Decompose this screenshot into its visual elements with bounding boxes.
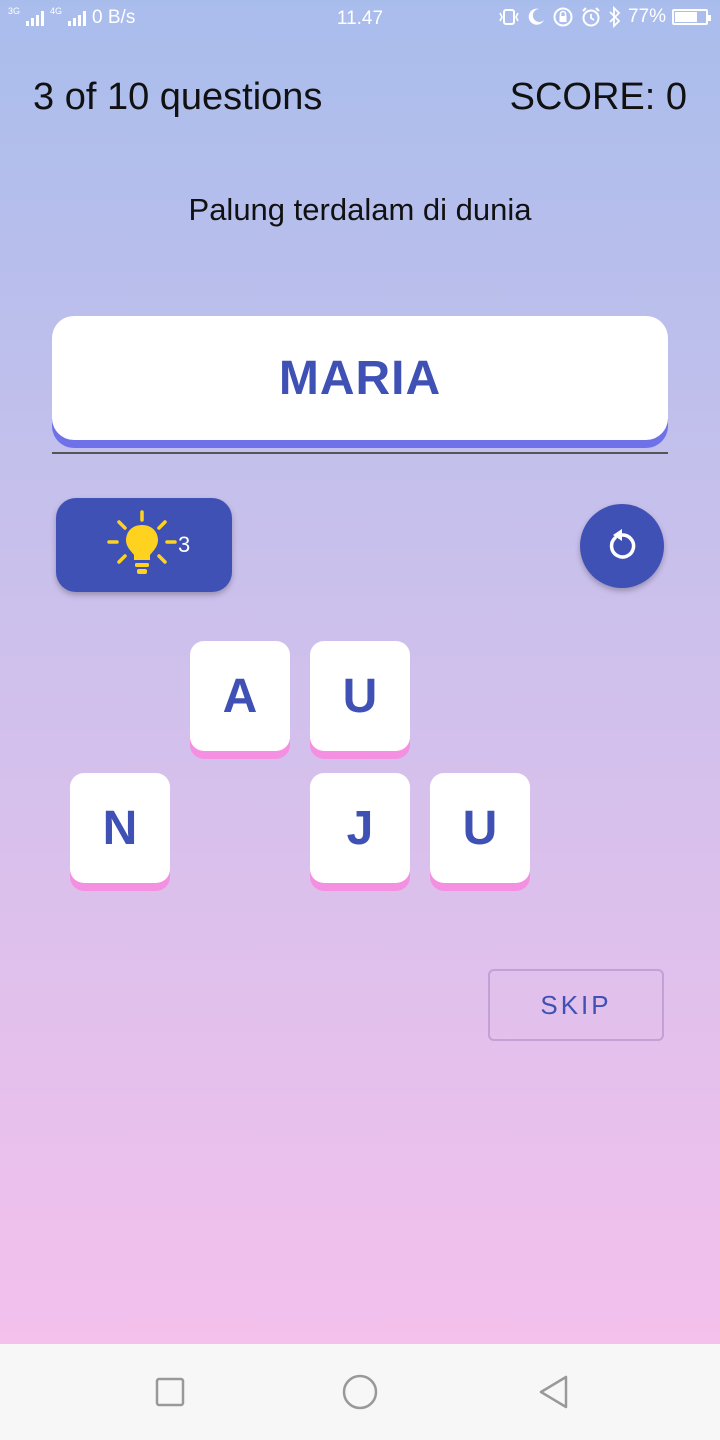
letter-tile[interactable]: U	[310, 641, 410, 751]
letter-tile[interactable]: J	[310, 773, 410, 883]
letter-tile[interactable]: U	[430, 773, 530, 883]
answer-text: MARIA	[278, 351, 442, 405]
moon-icon	[528, 8, 544, 25]
reset-button[interactable]	[580, 504, 664, 588]
home-icon	[342, 1374, 378, 1410]
answer-underline	[52, 452, 668, 454]
battery-percent: 77%	[627, 6, 666, 27]
skip-button[interactable]: SKIP	[488, 969, 664, 1041]
recent-apps-icon	[155, 1377, 185, 1407]
question-text: Palung terdalam di dunia	[188, 192, 532, 227]
game-screen: 3G 4G 0 B/s 11.47 77% 3 of 10 questions …	[0, 0, 720, 1344]
battery-icon	[672, 9, 711, 25]
question-progress: 3 of 10 questions	[33, 76, 323, 118]
bluetooth-icon	[609, 6, 621, 28]
back-icon	[539, 1375, 568, 1409]
back-button[interactable]	[534, 1372, 574, 1412]
vibrate-icon	[499, 9, 519, 25]
status-bar: 3G 4G 0 B/s 11.47 77%	[0, 0, 720, 38]
letter-tile[interactable]: N	[70, 773, 170, 883]
home-button[interactable]	[340, 1372, 380, 1412]
navigation-bar	[0, 1344, 720, 1440]
lightbulb-icon	[107, 510, 177, 574]
answer-box: MARIA	[52, 316, 668, 440]
recent-apps-button[interactable]	[150, 1372, 190, 1412]
hint-count: 3	[178, 532, 191, 557]
hint-button[interactable]: 3	[56, 498, 232, 592]
restart-icon	[609, 529, 636, 559]
alarm-icon	[582, 7, 600, 27]
rotation-lock-icon	[553, 7, 573, 27]
letter-tile[interactable]: A	[190, 641, 290, 751]
score-label: SCORE: 0	[509, 76, 687, 118]
